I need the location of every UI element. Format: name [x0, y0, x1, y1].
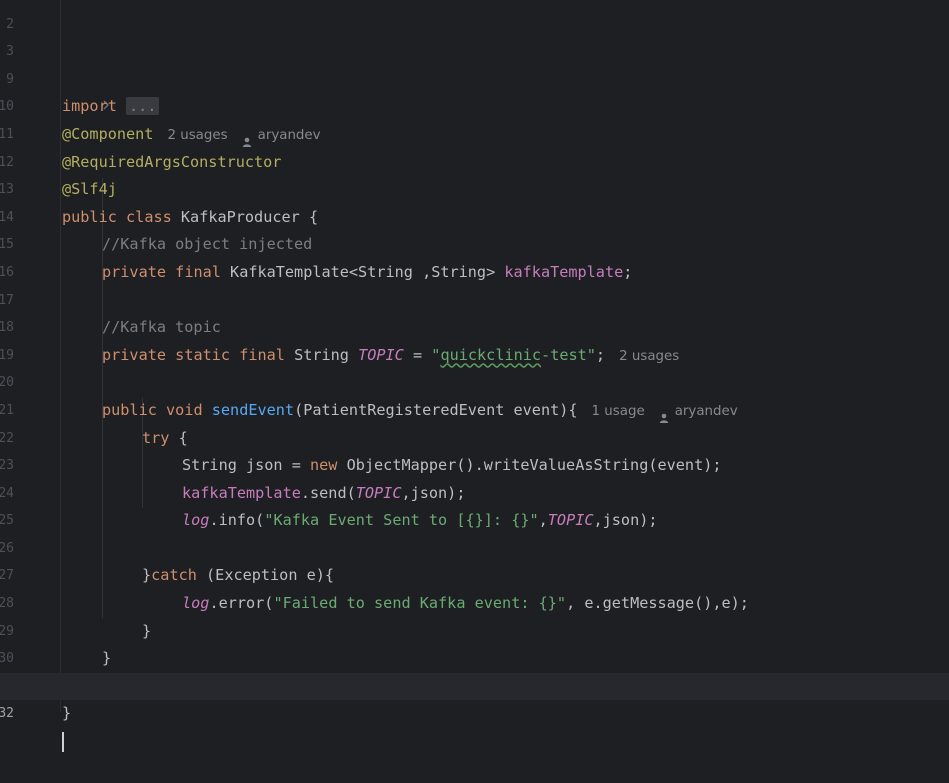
code-line[interactable]: 22 String json = new ObjectMapper().writ… [0, 397, 949, 475]
code-line[interactable]: 11 @RequiredArgsConstructor [0, 93, 949, 171]
code-line[interactable]: 16 [0, 231, 949, 280]
code-line[interactable]: 27 log.error("Failed to send Kafka event… [0, 535, 949, 612]
code-line[interactable]: 18 private static final String TOPIC = "… [0, 287, 949, 364]
code-line[interactable]: 12 @Slf4j [0, 121, 949, 199]
code-line[interactable]: 20 public void sendEvent(PatientRegister… [0, 342, 949, 423]
code-line[interactable]: 15 private final KafkaTemplate<String ,S… [0, 204, 949, 281]
code-line[interactable]: 19 [0, 314, 949, 363]
code-line[interactable]: 23 kafkaTemplate.send(TOPIC,json); [0, 425, 949, 502]
code-line[interactable]: 2 [0, 0, 949, 32]
code-line[interactable]: 24 log.info("Kafka Event Sent to [{}]: {… [0, 452, 949, 530]
code-line[interactable]: 10 @Component 2 usages aryandev [0, 66, 949, 147]
text-caret [62, 731, 64, 752]
code-line[interactable]: 28 } [0, 562, 949, 640]
code-editor[interactable]: 2 3 import ... 9 10 @Component 2 usages ar… [0, 0, 949, 752]
code-lines: 2 3 import ... 9 10 @Component 2 usages ar… [0, 0, 949, 752]
code-line[interactable]: 17 //Kafka topic [0, 259, 949, 337]
code-line[interactable]: 3 import ... [0, 11, 949, 116]
current-line[interactable]: 32 [0, 672, 949, 752]
code-line[interactable]: 21 try { [0, 369, 949, 447]
code-line[interactable]: 30 [0, 618, 949, 666]
code-line[interactable]: 29 } [0, 590, 949, 668]
brace: } [62, 704, 72, 723]
code-line[interactable]: 31 } [0, 645, 949, 723]
code-line[interactable]: 9 [0, 38, 949, 87]
code-line[interactable]: 26 }catch (Exception e){ [0, 507, 949, 585]
code-line[interactable]: 25 [0, 480, 949, 528]
code-line[interactable]: 14 //Kafka object injected [0, 176, 949, 254]
line-number: 32 [0, 706, 14, 722]
code-line[interactable]: 13 public class KafkaProducer { [0, 149, 949, 226]
